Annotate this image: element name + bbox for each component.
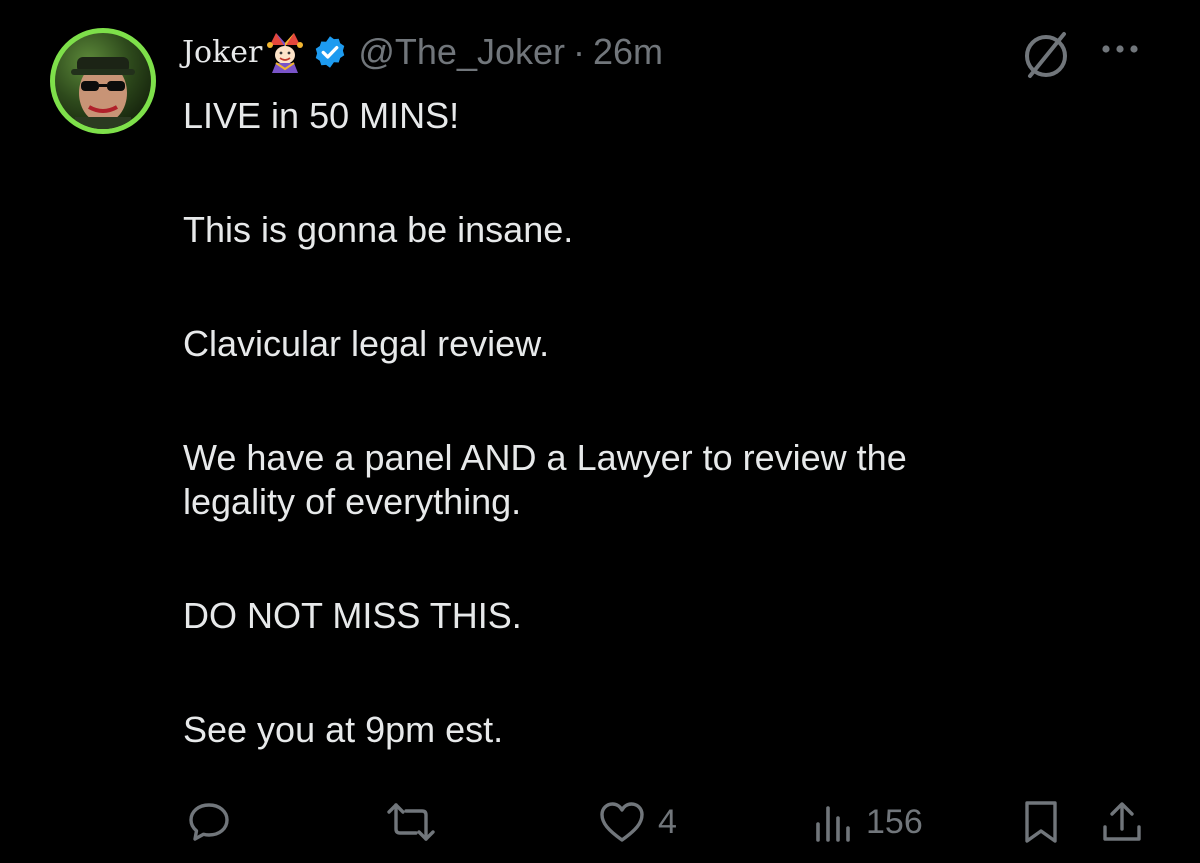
author-name[interactable]: Joker [182, 35, 262, 70]
reply-icon [186, 799, 232, 845]
views-bar-chart-icon [812, 800, 854, 844]
tweet-text: LIVE in 50 MINS! This is gonna be insane… [183, 94, 1143, 752]
tweet-line: LIVE in 50 MINS! [183, 95, 460, 136]
views-button[interactable]: 156 [812, 790, 923, 854]
author-handle[interactable]: @The_Joker [358, 31, 565, 73]
bookmark-icon [1022, 799, 1060, 845]
more-horizontal-icon[interactable] [1096, 35, 1144, 63]
tweet-header: Joker @The_Joker · 26m [182, 26, 663, 78]
tweet-line: See you at 9pm est. [183, 709, 504, 750]
heart-icon [598, 800, 646, 844]
verified-badge-icon [312, 34, 348, 70]
tweet-timestamp[interactable]: 26m [593, 31, 663, 73]
tweet-line: This is gonna be insane. [183, 209, 574, 250]
like-button[interactable]: 4 [598, 790, 677, 854]
jester-emoji-icon [266, 31, 304, 73]
tweet-line: Clavicular legal review. [183, 323, 550, 364]
avatar-photo [55, 33, 151, 129]
meta-separator: · [573, 31, 586, 72]
grok-icon[interactable] [1018, 26, 1074, 82]
tweet-line: legality of everything. [183, 481, 522, 522]
repost-button[interactable] [386, 790, 448, 854]
like-count: 4 [658, 802, 677, 841]
action-bar: 4 156 [0, 790, 1200, 854]
tweet-line: We have a panel AND a Lawyer to review t… [183, 437, 907, 478]
reply-button[interactable] [186, 790, 244, 854]
bookmark-button[interactable] [1022, 790, 1060, 854]
avatar[interactable] [50, 28, 156, 134]
tweet-line: DO NOT MISS THIS. [183, 595, 522, 636]
share-icon [1100, 799, 1144, 845]
repost-icon [386, 799, 436, 845]
views-count: 156 [866, 802, 923, 841]
share-button[interactable] [1100, 790, 1144, 854]
